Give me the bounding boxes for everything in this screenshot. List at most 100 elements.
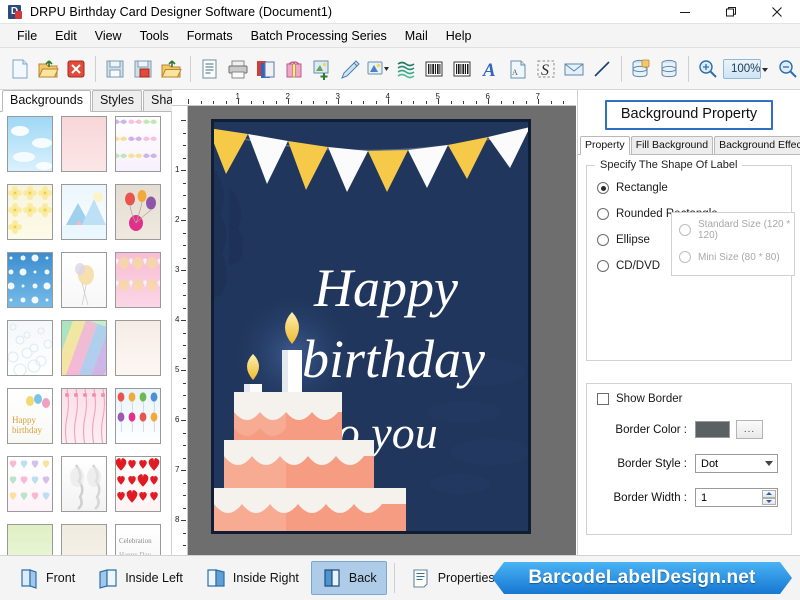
border-width-input[interactable]: 1	[695, 488, 778, 507]
background-thumbnail[interactable]	[7, 184, 55, 242]
export-icon[interactable]	[157, 54, 185, 84]
bottom-tab-inside-left[interactable]: Inside Left	[87, 561, 193, 595]
border-width-stepper[interactable]	[762, 490, 776, 505]
show-border-checkbox[interactable]	[597, 393, 609, 405]
pastel-hearts-thumb[interactable]	[7, 456, 53, 512]
background-thumbnail-grid[interactable]: Happybirthday CelebrationHappy DayWishes	[0, 112, 171, 555]
text-document-icon[interactable]	[196, 54, 224, 84]
save-icon[interactable]	[101, 54, 129, 84]
pale-peach-thumb[interactable]	[115, 320, 161, 376]
zoom-in-icon[interactable]	[694, 54, 722, 84]
image-shape-icon[interactable]	[364, 54, 392, 84]
background-thumbnail[interactable]	[61, 184, 109, 242]
bottom-tab-front[interactable]: Front	[8, 561, 85, 595]
red-hearts-thumb[interactable]	[115, 456, 161, 512]
open-folder-icon[interactable]	[34, 54, 62, 84]
stepper-down-icon[interactable]	[762, 498, 776, 506]
new-document-icon[interactable]	[6, 54, 34, 84]
database-add-icon[interactable]	[627, 54, 655, 84]
background-thumbnail[interactable]: Happybirthday	[7, 388, 55, 446]
pink-texture-thumb[interactable]	[61, 116, 107, 172]
menu-view[interactable]: View	[86, 26, 131, 46]
tab-background-effects[interactable]: Background Effects	[714, 136, 800, 154]
background-thumbnail[interactable]	[61, 524, 109, 555]
ribbon-icon[interactable]	[392, 54, 420, 84]
database-icon[interactable]	[655, 54, 683, 84]
close-icon[interactable]	[754, 0, 800, 24]
stars-blue-thumb[interactable]	[7, 252, 53, 308]
cream-plain-thumb[interactable]	[61, 524, 107, 555]
background-thumbnail[interactable]	[61, 252, 109, 310]
yellow-flowers-thumb[interactable]	[7, 184, 53, 240]
background-thumbnail[interactable]	[61, 116, 109, 174]
happy-birthday-balloons-thumb[interactable]: Happybirthday	[7, 388, 53, 444]
background-thumbnail[interactable]	[7, 252, 55, 310]
print-icon[interactable]	[224, 54, 252, 84]
menu-formats[interactable]: Formats	[178, 26, 242, 46]
zoom-out-icon[interactable]	[774, 54, 800, 84]
menu-tools[interactable]: Tools	[131, 26, 178, 46]
butterflies-white-thumb[interactable]	[115, 116, 161, 172]
watermark-icon[interactable]: A	[504, 54, 532, 84]
card-icon[interactable]	[280, 54, 308, 84]
birthday-card-preview[interactable]: Happy birthday to you	[211, 119, 531, 534]
menu-batch-processing-series[interactable]: Batch Processing Series	[242, 26, 396, 46]
menu-file[interactable]: File	[8, 26, 46, 46]
balloons-beige-thumb[interactable]	[115, 184, 161, 240]
zoom-input[interactable]: 100%	[723, 59, 761, 79]
pen-icon[interactable]	[336, 54, 364, 84]
balloons-sky-thumb[interactable]	[115, 388, 161, 444]
soft-white-balloon-thumb[interactable]	[61, 252, 107, 308]
grey-trees-thumb[interactable]	[61, 456, 107, 512]
background-thumbnail[interactable]	[115, 252, 163, 310]
email-icon[interactable]	[560, 54, 588, 84]
menu-edit[interactable]: Edit	[46, 26, 86, 46]
background-thumbnail[interactable]	[7, 320, 55, 378]
bottom-tab-back[interactable]: Back	[311, 561, 387, 595]
radio-standard-size[interactable]: Standard Size (120 * 120)	[672, 213, 794, 245]
border-color-browse-button[interactable]: ...	[736, 420, 763, 439]
save-as-icon[interactable]	[129, 54, 157, 84]
maximize-icon[interactable]	[708, 0, 754, 24]
rainbow-gradient-thumb[interactable]	[61, 320, 107, 376]
background-thumbnail[interactable]	[115, 388, 163, 446]
stepper-up-icon[interactable]	[762, 490, 776, 498]
background-thumbnail[interactable]	[7, 524, 55, 555]
design-canvas[interactable]: Happy birthday to you	[188, 106, 576, 555]
bottom-tab-properties[interactable]: Properties	[400, 561, 505, 595]
insert-picture-icon[interactable]	[308, 54, 336, 84]
celebration-text-thumb[interactable]: CelebrationHappy DayWishes	[115, 524, 161, 555]
winter-snow-scene-thumb[interactable]	[61, 184, 107, 240]
bottom-tab-inside-right[interactable]: Inside Right	[195, 561, 309, 595]
chevron-down-icon[interactable]	[758, 60, 772, 80]
close-document-icon[interactable]	[62, 54, 90, 84]
green-meadow-thumb[interactable]	[7, 524, 53, 555]
barcode-icon[interactable]	[420, 54, 448, 84]
radio-mini-size[interactable]: Mini Size (80 * 80)	[672, 245, 794, 267]
white-bubbles-thumb[interactable]	[7, 320, 53, 376]
menu-help[interactable]: Help	[437, 26, 481, 46]
background-thumbnail[interactable]	[7, 116, 55, 174]
signature-icon[interactable]: S	[532, 54, 560, 84]
barcode2-icon[interactable]	[448, 54, 476, 84]
background-thumbnail[interactable]	[115, 320, 163, 378]
tab-styles[interactable]: Styles	[92, 90, 142, 111]
menu-mail[interactable]: Mail	[396, 26, 437, 46]
text-tool-icon[interactable]: A	[476, 54, 504, 84]
tab-backgrounds[interactable]: Backgrounds	[2, 90, 91, 112]
border-style-select[interactable]: Dot	[695, 454, 778, 473]
minimize-icon[interactable]	[662, 0, 708, 24]
background-thumbnail[interactable]	[61, 456, 109, 514]
background-thumbnail[interactable]	[7, 456, 55, 514]
line-tool-icon[interactable]	[588, 54, 616, 84]
background-thumbnail[interactable]: CelebrationHappy DayWishes	[115, 524, 163, 555]
tab-property[interactable]: Property	[580, 136, 630, 155]
tab-fill-background[interactable]: Fill Background	[631, 136, 713, 154]
clouds-blue-sky-thumb[interactable]	[7, 116, 53, 172]
pink-streamers-thumb[interactable]	[61, 388, 107, 444]
background-thumbnail[interactable]	[115, 116, 163, 174]
background-thumbnail[interactable]	[115, 184, 163, 242]
background-thumbnail[interactable]	[115, 456, 163, 514]
copy-layers-icon[interactable]	[252, 54, 280, 84]
show-border-row[interactable]: Show Border	[587, 384, 791, 409]
